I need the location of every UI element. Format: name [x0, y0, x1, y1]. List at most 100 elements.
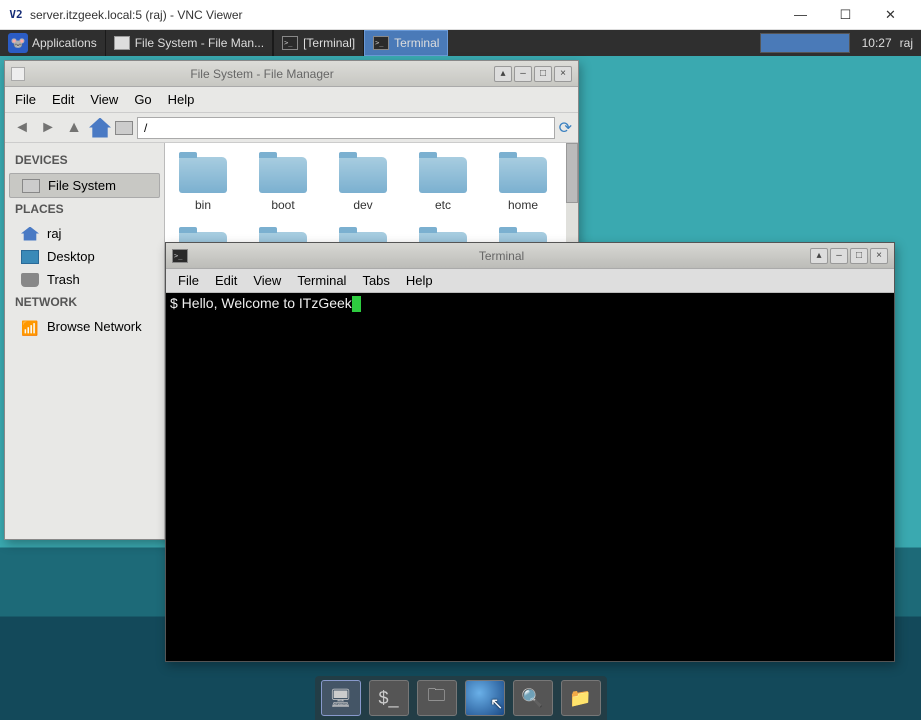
terminal-close-button[interactable]: × — [870, 248, 888, 264]
vnc-minimize-button[interactable]: — — [778, 1, 823, 29]
drive-icon — [115, 121, 133, 135]
path-input[interactable]: / — [137, 117, 555, 139]
terminal-title: Terminal — [193, 249, 810, 263]
fm-close-button[interactable]: × — [554, 66, 572, 82]
folder-icon — [339, 157, 387, 193]
mouse-cursor-icon: ↖ — [490, 694, 503, 714]
folder-home[interactable]: home — [495, 157, 551, 212]
taskbar-item-filemanager[interactable]: File System - File Man... — [105, 30, 273, 56]
term-menu-terminal[interactable]: Terminal — [297, 273, 346, 288]
terminal-menubar: File Edit View Terminal Tabs Help — [166, 269, 894, 293]
folder-label: bin — [195, 198, 211, 212]
term-menu-edit[interactable]: Edit — [215, 273, 237, 288]
folder-icon — [179, 157, 227, 193]
terminal-icon — [282, 36, 298, 50]
taskbar-item-terminal1[interactable]: [Terminal] — [273, 30, 364, 56]
scrollbar-thumb[interactable] — [566, 143, 578, 203]
taskbar-filemanager-label: File System - File Man... — [135, 36, 264, 50]
folder-bin[interactable]: bin — [175, 157, 231, 212]
sidebar-desktop-label: Desktop — [47, 249, 95, 264]
terminal-body[interactable]: $ Hello, Welcome to ITzGeek — [166, 293, 894, 661]
home-button[interactable] — [89, 118, 111, 138]
sidebar-filesystem-label: File System — [48, 178, 116, 193]
home-icon — [21, 227, 39, 241]
terminal-shade-button[interactable]: ▴ — [810, 248, 828, 264]
filemanager-icon — [114, 36, 130, 50]
taskbar-terminal1-label: [Terminal] — [303, 36, 355, 50]
fm-menu-file[interactable]: File — [15, 92, 36, 107]
vnc-titlebar: V2 server.itzgeek.local:5 (raj) - VNC Vi… — [0, 0, 921, 30]
terminal-maximize-button[interactable]: □ — [850, 248, 868, 264]
term-menu-tabs[interactable]: Tabs — [362, 273, 389, 288]
sidebar-item-desktop[interactable]: Desktop — [5, 245, 164, 268]
dock-show-desktop[interactable]: 🖥 — [321, 680, 361, 716]
back-button[interactable]: ◄ — [11, 117, 33, 139]
fm-menu-view[interactable]: View — [90, 92, 118, 107]
folder-icon — [259, 157, 307, 193]
folder-label: boot — [271, 198, 294, 212]
folder-etc[interactable]: etc — [415, 157, 471, 212]
folder-label: etc — [435, 198, 451, 212]
sidebar-item-trash[interactable]: Trash — [5, 268, 164, 291]
forward-button[interactable]: ► — [37, 117, 59, 139]
fm-sidebar: DEVICES File System PLACES raj Desktop T… — [5, 143, 165, 539]
sidebar-header-devices: DEVICES — [5, 149, 164, 173]
dock-terminal[interactable]: $_ — [369, 680, 409, 716]
fm-titlebar[interactable]: File System - File Manager ▴ – □ × — [5, 61, 578, 87]
desktop-icon — [21, 250, 39, 264]
dock-app-finder[interactable]: 🔍 — [513, 680, 553, 716]
sidebar-header-places: PLACES — [5, 198, 164, 222]
folder-icon — [499, 157, 547, 193]
xfce-mouse-icon: 🐭 — [8, 33, 28, 53]
vnc-title: server.itzgeek.local:5 (raj) - VNC Viewe… — [30, 8, 778, 22]
folder-label: home — [508, 198, 538, 212]
applications-menu[interactable]: 🐭 Applications — [0, 30, 105, 56]
fm-maximize-button[interactable]: □ — [534, 66, 552, 82]
folder-dev[interactable]: dev — [335, 157, 391, 212]
dock-folder[interactable]: 📁 — [561, 680, 601, 716]
remote-desktop: 🐭 Applications File System - File Man...… — [0, 30, 921, 720]
wifi-icon: 📶 — [21, 320, 39, 334]
top-panel: 🐭 Applications File System - File Man...… — [0, 30, 921, 56]
fm-menu-edit[interactable]: Edit — [52, 92, 74, 107]
sidebar-item-filesystem[interactable]: File System — [9, 173, 160, 198]
fm-toolbar: ◄ ► ▲ / ⟳ — [5, 113, 578, 143]
fm-menubar: File Edit View Go Help — [5, 87, 578, 113]
fm-title: File System - File Manager — [30, 67, 494, 81]
terminal-icon — [172, 249, 188, 263]
terminal-line: $ Hello, Welcome to ITzGeek — [170, 295, 352, 311]
taskbar-terminal2-label: Terminal — [394, 36, 439, 50]
panel-user[interactable]: raj — [900, 36, 913, 50]
fm-window-icon — [11, 67, 25, 81]
fm-minimize-button[interactable]: – — [514, 66, 532, 82]
refresh-button[interactable]: ⟳ — [559, 118, 572, 138]
taskbar-item-terminal2[interactable]: Terminal — [364, 30, 448, 56]
bottom-dock: 🖥 $_ 🗀 🔍 📁 — [315, 676, 607, 720]
sidebar-header-network: NETWORK — [5, 291, 164, 315]
terminal-minimize-button[interactable]: – — [830, 248, 848, 264]
term-menu-file[interactable]: File — [178, 273, 199, 288]
drive-icon — [22, 179, 40, 193]
panel-clock: 10:27 — [862, 36, 892, 50]
vnc-close-button[interactable]: ✕ — [868, 1, 913, 29]
applications-label: Applications — [32, 36, 97, 50]
fm-shade-button[interactable]: ▴ — [494, 66, 512, 82]
folder-boot[interactable]: boot — [255, 157, 311, 212]
terminal-window: Terminal ▴ – □ × File Edit View Terminal… — [165, 242, 895, 662]
sidebar-trash-label: Trash — [47, 272, 80, 287]
workspace-pager[interactable] — [760, 33, 850, 53]
terminal-cursor — [352, 296, 361, 312]
sidebar-item-home[interactable]: raj — [5, 222, 164, 245]
folder-label: dev — [353, 198, 372, 212]
vnc-app-icon: V2 — [8, 8, 24, 22]
fm-menu-go[interactable]: Go — [134, 92, 151, 107]
fm-menu-help[interactable]: Help — [168, 92, 195, 107]
terminal-titlebar[interactable]: Terminal ▴ – □ × — [166, 243, 894, 269]
vnc-maximize-button[interactable]: ☐ — [823, 1, 868, 29]
term-menu-help[interactable]: Help — [406, 273, 433, 288]
term-menu-view[interactable]: View — [253, 273, 281, 288]
sidebar-network-label: Browse Network — [47, 319, 142, 334]
dock-file-manager[interactable]: 🗀 — [417, 680, 457, 716]
up-button[interactable]: ▲ — [63, 117, 85, 139]
sidebar-item-browse-network[interactable]: 📶 Browse Network — [5, 315, 164, 338]
